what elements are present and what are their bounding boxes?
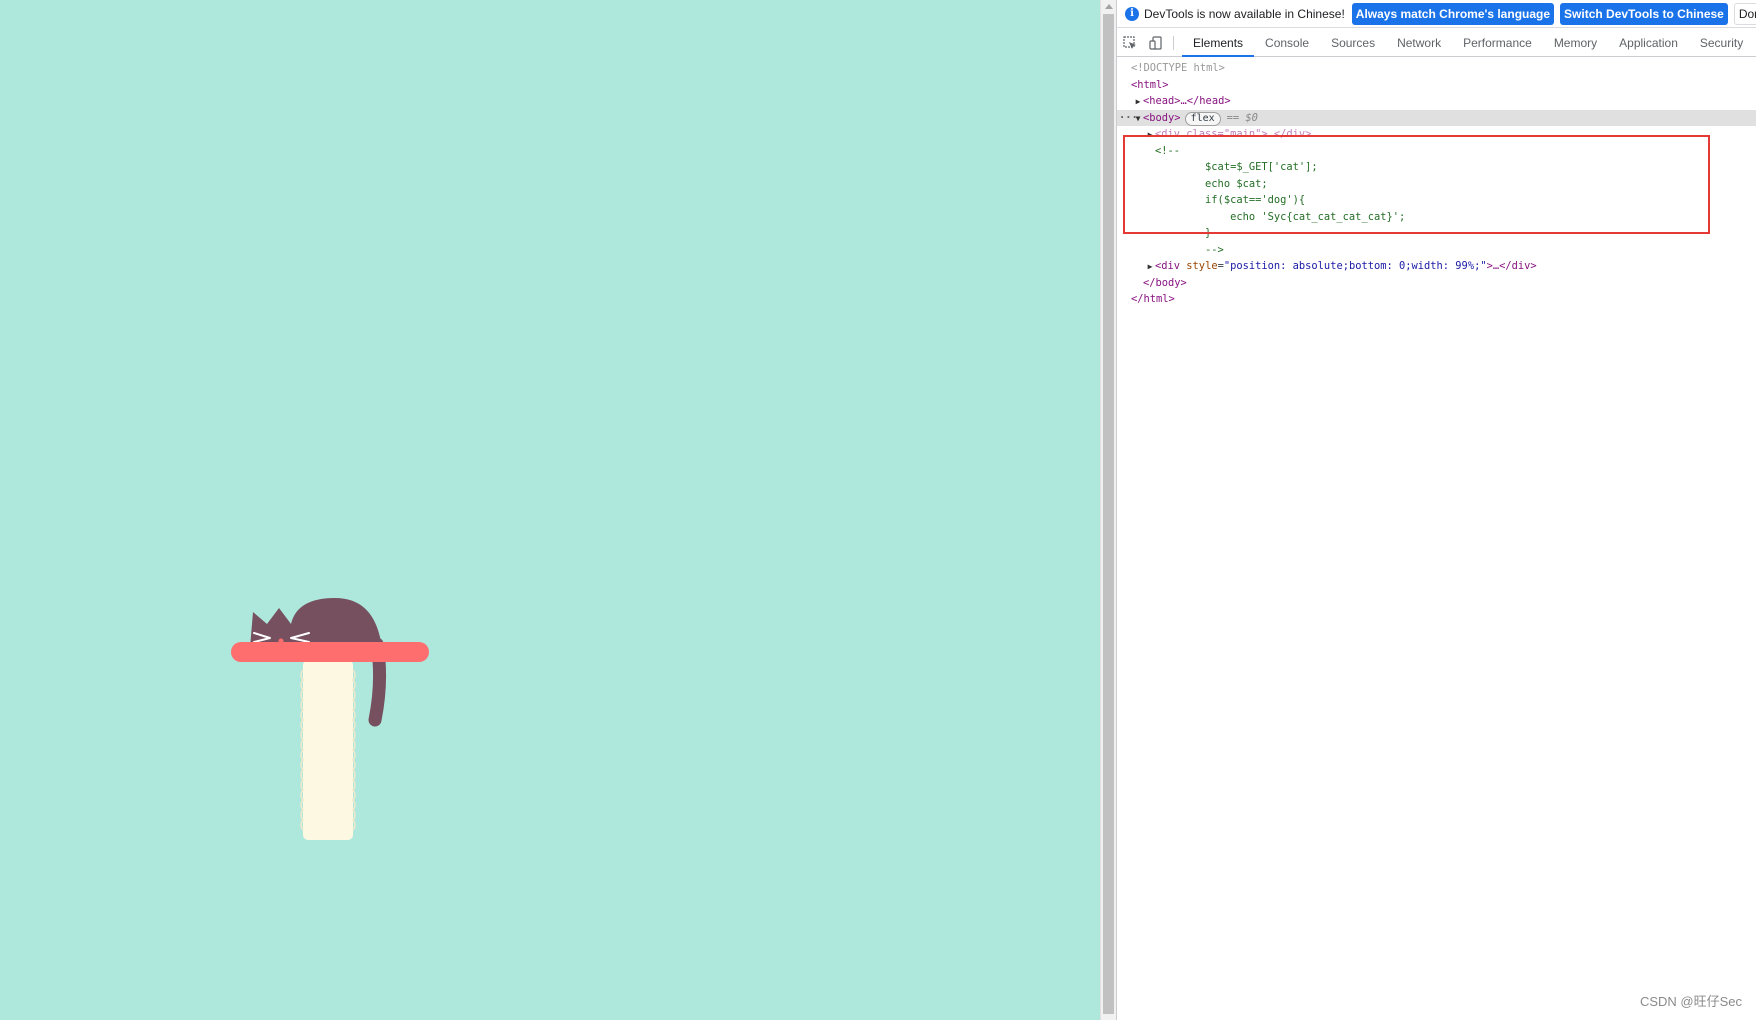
div2-attr-value: "position: absolute;bottom: 0;width: 99%…	[1223, 260, 1487, 272]
expand-triangle-icon[interactable]: ▶	[1145, 127, 1155, 144]
dont-show-again-button[interactable]: Don't sho	[1733, 2, 1756, 25]
main-div-tag: <div class="main">…</div>	[1155, 128, 1312, 140]
expand-triangle-icon[interactable]: ▶	[1133, 94, 1143, 111]
info-icon: i	[1125, 6, 1139, 21]
watermark: CSDN @旺仔Sec	[1639, 994, 1742, 1009]
infobar-message: DevTools is now available in Chinese!	[1144, 6, 1345, 21]
head-tag: <head>…</head>	[1143, 95, 1231, 107]
switch-to-chinese-button[interactable]: Switch DevTools to Chinese	[1560, 2, 1728, 25]
comment-line-2[interactable]: $cat=$_GET['cat'];	[1117, 159, 1756, 176]
comment-line-6[interactable]: }	[1117, 225, 1756, 242]
doctype-text: <!DOCTYPE html>	[1131, 62, 1225, 74]
more-actions-icon[interactable]: ···	[1119, 110, 1138, 127]
html-close-tag: </html>	[1131, 293, 1175, 305]
dom-node-footer-div[interactable]: ▶ <div style="position: absolute;bottom: …	[1117, 258, 1756, 275]
tab-console[interactable]: Console	[1254, 30, 1320, 56]
page-viewport	[0, 0, 1100, 1020]
expand-triangle-icon[interactable]: ▶	[1145, 259, 1155, 276]
selected-node-marker: == $0	[1226, 111, 1258, 124]
body-close-tag: </body>	[1143, 276, 1187, 289]
comment-line-7[interactable]: -->	[1117, 242, 1756, 259]
dom-node-body-close[interactable]: </body>	[1117, 275, 1756, 292]
cat-scene-svg	[231, 598, 429, 840]
flex-badge[interactable]: flex	[1184, 111, 1221, 126]
tab-memory[interactable]: Memory	[1543, 30, 1608, 56]
inspect-element-icon[interactable]	[1117, 30, 1143, 56]
div2-attr-name: style	[1186, 260, 1218, 272]
devtools-panel: i DevTools is now available in Chinese! …	[1116, 0, 1756, 1020]
tab-application[interactable]: Application	[1608, 30, 1689, 56]
dom-node-head[interactable]: ▶ <head>…</head>	[1117, 93, 1756, 110]
tab-sources[interactable]: Sources	[1320, 30, 1386, 56]
scroll-up-icon[interactable]	[1105, 4, 1113, 9]
div2-open-tag: <div	[1155, 260, 1181, 272]
dom-node-body[interactable]: ··· ▼ <body> flex == $0	[1117, 109, 1756, 127]
shelf	[231, 642, 429, 662]
dom-node-doctype[interactable]: <!DOCTYPE html>	[1117, 60, 1756, 77]
scratching-post	[300, 660, 356, 840]
cat-illustration	[225, 590, 445, 870]
tab-security[interactable]: Security	[1689, 30, 1754, 56]
html-open-tag: <html>	[1131, 78, 1169, 91]
tab-elements[interactable]: Elements	[1182, 30, 1255, 57]
dom-node-main-div[interactable]: ▶ <div class="main">…</div>	[1117, 126, 1756, 143]
dom-node-html-close[interactable]: </html>	[1117, 291, 1756, 308]
dom-node-html[interactable]: <html>	[1117, 77, 1756, 94]
page-scrollbar[interactable]	[1100, 0, 1116, 1020]
scroll-thumb[interactable]	[1103, 14, 1114, 1014]
comment-line-3[interactable]: echo $cat;	[1117, 176, 1756, 193]
tab-performance[interactable]: Performance	[1452, 30, 1543, 56]
comment-line-5[interactable]: echo 'Syc{cat_cat_cat_cat}';	[1117, 209, 1756, 226]
toolbar-divider	[1173, 36, 1174, 50]
comment-line-1[interactable]: <!--	[1117, 143, 1756, 160]
language-infobar: i DevTools is now available in Chinese! …	[1117, 0, 1756, 28]
div2-rest: >…</div>	[1486, 260, 1537, 272]
elements-dom-tree: <!DOCTYPE html> <html> ▶ <head>…</head> ·…	[1117, 60, 1756, 308]
comment-line-4[interactable]: if($cat=='dog'){	[1117, 192, 1756, 209]
body-open-tag: <body>	[1143, 111, 1181, 124]
match-language-button[interactable]: Always match Chrome's language	[1351, 2, 1555, 25]
devtools-tabbar: Elements Console Sources Network Perform…	[1117, 30, 1756, 57]
device-toolbar-icon[interactable]	[1143, 30, 1169, 56]
tab-network[interactable]: Network	[1386, 30, 1452, 56]
